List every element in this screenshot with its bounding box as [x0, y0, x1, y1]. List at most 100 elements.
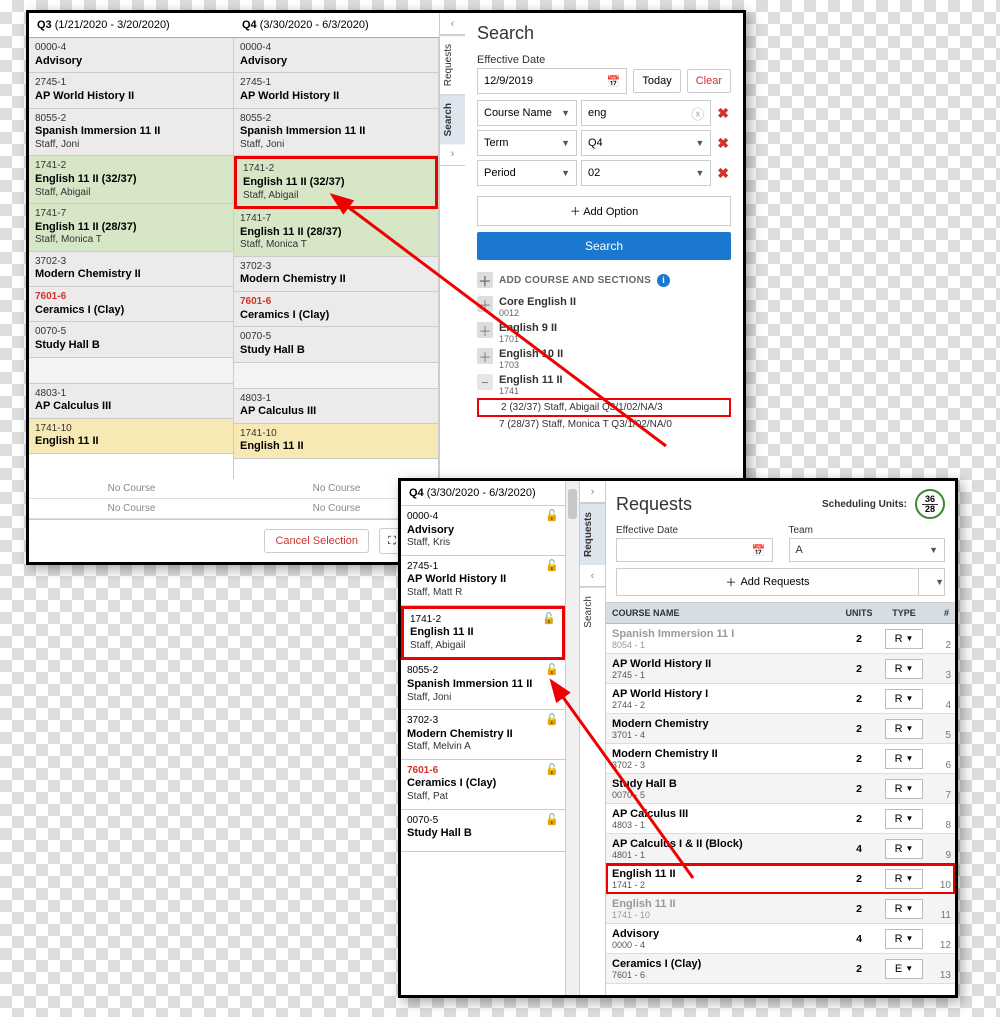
today-button[interactable]: Today — [633, 69, 680, 93]
schedule-cell[interactable]: 0000-4Advisory — [234, 38, 438, 73]
request-row[interactable]: AP Calculus III4803 - 12R ▼8 — [606, 804, 955, 834]
course-item[interactable]: −English 11 II1741 — [477, 372, 731, 398]
schedule-cell[interactable]: 1741-7English 11 II (28/37)Staff, Monica… — [234, 209, 438, 257]
request-row[interactable]: Spanish Immersion 11 I8054 - 12R ▼2 — [606, 624, 955, 654]
schedule-cell[interactable]: 🔓0000-4AdvisoryStaff, Kris — [401, 506, 565, 556]
schedule-cell[interactable]: 7601-6Ceramics I (Clay) — [29, 287, 233, 322]
unlock-icon: 🔓 — [545, 510, 559, 524]
collapse-right-button[interactable]: › — [580, 481, 605, 503]
section-row[interactable]: 2 (32/37) Staff, Abigail Q3/1/02/NA/3 — [477, 398, 731, 417]
type-select[interactable]: R ▼ — [885, 779, 923, 799]
type-select[interactable]: E ▼ — [885, 959, 923, 979]
collapse-icon[interactable]: − — [477, 374, 493, 390]
remove-filter-icon[interactable]: ✖ — [715, 105, 731, 122]
schedule-cell[interactable]: 1741-2English 11 II (32/37)Staff, Abigai… — [234, 156, 438, 209]
schedule-cell[interactable]: 0070-5Study Hall B — [29, 322, 233, 357]
tab-search-2[interactable]: Search — [580, 587, 605, 636]
tab-requests[interactable]: Requests — [440, 35, 465, 94]
filter-field-select[interactable]: Course Name▼ — [477, 100, 577, 126]
cancel-selection-button[interactable]: Cancel Selection — [264, 529, 369, 553]
schedule-cell[interactable]: 8055-2Spanish Immersion 11 IIStaff, Joni — [29, 109, 233, 157]
scrollbar-thumb[interactable] — [568, 489, 577, 519]
request-row[interactable]: AP World History II2745 - 12R ▼3 — [606, 654, 955, 684]
request-row[interactable]: English 11 II1741 - 102R ▼11 — [606, 894, 955, 924]
tab-search[interactable]: Search — [440, 94, 465, 144]
type-select[interactable]: R ▼ — [885, 929, 923, 949]
effective-date-input-2[interactable]: 📅 — [616, 538, 773, 562]
search-button[interactable]: Search — [477, 232, 731, 260]
request-row[interactable]: English 11 II1741 - 22R ▼10 — [606, 864, 955, 894]
type-select[interactable]: R ▼ — [885, 899, 923, 919]
schedule-cell[interactable]: 0000-4Advisory — [29, 38, 233, 73]
filter-field-select[interactable]: Period▼ — [477, 160, 577, 186]
filter-field-select[interactable]: Term▼ — [477, 130, 577, 156]
no-course-q3-2[interactable]: No Course — [29, 499, 234, 519]
tab-requests-2[interactable]: Requests — [580, 503, 605, 565]
schedule-cell[interactable]: 8055-2Spanish Immersion 11 IIStaff, Joni — [234, 109, 438, 157]
scrollbar[interactable] — [566, 481, 580, 995]
expand-icon[interactable]: ＋ — [477, 322, 493, 338]
request-row[interactable]: Modern Chemistry II3702 - 32R ▼6 — [606, 744, 955, 774]
course-item[interactable]: ＋English 10 II1703 — [477, 346, 731, 372]
type-select[interactable]: R ▼ — [885, 719, 923, 739]
request-row[interactable]: Study Hall B0070 - 52R ▼7 — [606, 774, 955, 804]
schedule-cell[interactable]: 🔓2745-1AP World History IIStaff, Matt R — [401, 556, 565, 606]
clear-text-icon[interactable]: ⓧ — [691, 104, 704, 123]
schedule-cell[interactable]: 🔓7601-6Ceramics I (Clay)Staff, Pat — [401, 760, 565, 810]
type-select[interactable]: R ▼ — [885, 869, 923, 889]
filter-value-input[interactable]: 02▼ — [581, 160, 711, 186]
schedule-cell[interactable]: 7601-6Ceramics I (Clay) — [234, 292, 438, 327]
info-icon[interactable]: i — [657, 274, 670, 287]
filter-value-input[interactable]: Q4▼ — [581, 130, 711, 156]
schedule-cell[interactable]: 🔓1741-2English 11 IIStaff, Abigail — [401, 606, 565, 661]
type-select[interactable]: R ▼ — [885, 689, 923, 709]
schedule-cell[interactable]: 🔓3702-3Modern Chemistry IIStaff, Melvin … — [401, 710, 565, 760]
q3-header: Q3 (1/21/2020 - 3/20/2020) — [29, 13, 234, 37]
schedule-cell[interactable]: 4803-1AP Calculus III — [29, 384, 233, 419]
schedule-cell[interactable]: 🔓0070-5Study Hall B — [401, 810, 565, 852]
team-select[interactable]: A▼ — [789, 538, 946, 562]
collapse-panel-button-2[interactable]: › — [440, 144, 465, 166]
add-requests-dropdown[interactable]: ▼ — [919, 568, 945, 596]
request-row[interactable]: Modern Chemistry3701 - 42R ▼5 — [606, 714, 955, 744]
requests-panel: Requests Scheduling Units: 36 28 Effecti… — [606, 481, 955, 995]
expand-icon[interactable]: ＋ — [477, 348, 493, 364]
add-requests-button[interactable]: ＋ Add Requests — [616, 568, 919, 596]
request-row[interactable]: AP Calculus I & II (Block)4801 - 14R ▼9 — [606, 834, 955, 864]
type-select[interactable]: R ▼ — [885, 659, 923, 679]
collapse-panel-button[interactable]: ‹ — [440, 13, 465, 35]
schedule-cell[interactable]: 2745-1AP World History II — [29, 73, 233, 108]
remove-filter-icon[interactable]: ✖ — [715, 135, 731, 152]
add-option-button[interactable]: ＋ Add Option — [477, 196, 731, 226]
type-select[interactable]: R ▼ — [885, 749, 923, 769]
request-row[interactable]: AP World History I2744 - 22R ▼4 — [606, 684, 955, 714]
course-item[interactable]: ＋Core English II0012 — [477, 294, 731, 320]
remove-filter-icon[interactable]: ✖ — [715, 165, 731, 182]
schedule-cell[interactable]: 3702-3Modern Chemistry II — [234, 257, 438, 292]
q4-header: Q4 (3/30/2020 - 6/3/2020) — [234, 13, 439, 37]
type-select[interactable]: R ▼ — [885, 629, 923, 649]
type-select[interactable]: R ▼ — [885, 809, 923, 829]
no-course-q3[interactable]: No Course — [29, 479, 234, 499]
schedule-cell[interactable]: 1741-10English 11 II — [234, 424, 438, 459]
request-row[interactable]: Advisory0000 - 44R ▼12 — [606, 924, 955, 954]
schedule-cell[interactable]: 1741-2English 11 II (32/37)Staff, Abigai… — [29, 156, 233, 204]
clear-button[interactable]: Clear — [687, 69, 731, 93]
schedule-cell[interactable]: 🔓8055-2Spanish Immersion 11 IIStaff, Jon… — [401, 660, 565, 710]
schedule-cell[interactable]: 1741-7English 11 II (28/37)Staff, Monica… — [29, 204, 233, 252]
expand-icon[interactable]: ＋ — [477, 296, 493, 312]
filter-value-input[interactable]: engⓧ — [581, 100, 711, 126]
schedule-cell[interactable]: 4803-1AP Calculus III — [234, 389, 438, 424]
course-item[interactable]: ＋English 9 II1701 — [477, 320, 731, 346]
effective-date-input[interactable]: 12/9/2019 📅 — [477, 68, 627, 94]
schedule-cell[interactable]: 2745-1AP World History II — [234, 73, 438, 108]
requests-title: Requests — [616, 494, 814, 515]
schedule-cell[interactable]: 3702-3Modern Chemistry II — [29, 252, 233, 287]
type-select[interactable]: R ▼ — [885, 839, 923, 859]
section-row[interactable]: 7 (28/37) Staff, Monica T Q3/1/02/NA/0 — [477, 417, 731, 432]
schedule-cell[interactable]: 0070-5Study Hall B — [234, 327, 438, 362]
schedule-cell[interactable]: 1741-10English 11 II — [29, 419, 233, 454]
expand-all-icon[interactable]: ＋ — [477, 272, 493, 288]
collapse-left-button[interactable]: ‹ — [580, 565, 605, 587]
request-row[interactable]: Ceramics I (Clay)7601 - 62E ▼13 — [606, 954, 955, 984]
